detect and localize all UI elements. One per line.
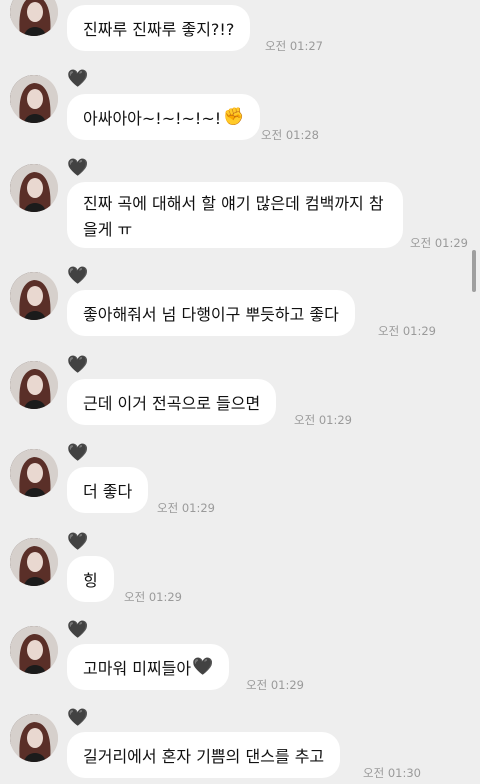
message-time: 오전 01:29: [124, 590, 182, 604]
message-time: 오전 01:29: [378, 324, 436, 338]
message-text: 고마워 미찌들아: [83, 659, 192, 678]
message-time: 오전 01:29: [410, 236, 468, 250]
avatar[interactable]: [10, 272, 58, 320]
message-text: 길거리에서 혼자 기쁨의 댄스를 추고: [83, 747, 325, 766]
avatar[interactable]: [10, 164, 58, 212]
black-heart-icon: 🖤: [67, 443, 89, 463]
message-bubble[interactable]: 근데 이거 전곡으로 들으면: [67, 379, 277, 425]
message-text: 좋아해줘서 넘 다행이구 뿌듯하고 좋다: [83, 305, 339, 324]
message-time: 오전 01:27: [265, 39, 323, 53]
message-bubble[interactable]: 좋아해줘서 넘 다행이구 뿌듯하고 좋다: [67, 290, 355, 336]
black-heart-icon: 🖤: [67, 266, 89, 286]
black-heart-icon: 🖤: [67, 532, 89, 552]
message-bubble[interactable]: 진짜 곡에 대해서 할 얘기 많은데 컴백까지 참을게 ㅠ: [67, 182, 403, 248]
message-time: 오전 01:29: [246, 678, 304, 692]
scrollbar[interactable]: [472, 250, 476, 292]
avatar[interactable]: [10, 361, 58, 409]
chat-view: 진짜루 진짜루 좋지?!? 오전 01:27 🖤 아싸아아~!~!~!~! ✊ 오…: [0, 0, 480, 784]
message-text: 진짜 곡에 대해서 할 얘기 많은데 컴백까지 참을게 ㅠ: [83, 194, 384, 239]
avatar[interactable]: [10, 626, 58, 674]
black-heart-icon: 🖤: [67, 158, 89, 178]
black-heart-icon: 🖤: [67, 69, 89, 89]
avatar[interactable]: [10, 714, 58, 762]
message-bubble[interactable]: 고마워 미찌들아 🖤: [67, 644, 230, 690]
message-time: 오전 01:29: [157, 501, 215, 515]
message-bubble[interactable]: 진짜루 진짜루 좋지?!?: [67, 5, 251, 51]
message-text: 아싸아아~!~!~!~!: [83, 109, 222, 128]
message-time: 오전 01:30: [363, 766, 421, 780]
black-heart-icon: 🖤: [192, 657, 214, 677]
message-time: 오전 01:29: [294, 413, 352, 427]
message-bubble[interactable]: 아싸아아~!~!~!~! ✊: [67, 94, 261, 140]
raised-fist-icon: ✊: [223, 107, 245, 127]
message-bubble[interactable]: 더 좋다: [67, 467, 149, 513]
message-text: 힝: [83, 571, 98, 590]
black-heart-icon: 🖤: [67, 708, 89, 728]
message-bubble[interactable]: 힝: [67, 556, 114, 602]
message-text: 진짜루 진짜루 좋지?!?: [83, 20, 235, 39]
black-heart-icon: 🖤: [67, 620, 89, 640]
message-text: 근데 이거 전곡으로 들으면: [83, 394, 261, 413]
avatar[interactable]: [10, 75, 58, 123]
message-time: 오전 01:28: [261, 128, 319, 142]
message-bubble[interactable]: 길거리에서 혼자 기쁨의 댄스를 추고: [67, 732, 341, 778]
avatar[interactable]: [10, 538, 58, 586]
avatar[interactable]: [10, 449, 58, 497]
message-text: 더 좋다: [83, 482, 133, 501]
avatar[interactable]: [10, 0, 58, 36]
black-heart-icon: 🖤: [67, 355, 89, 375]
